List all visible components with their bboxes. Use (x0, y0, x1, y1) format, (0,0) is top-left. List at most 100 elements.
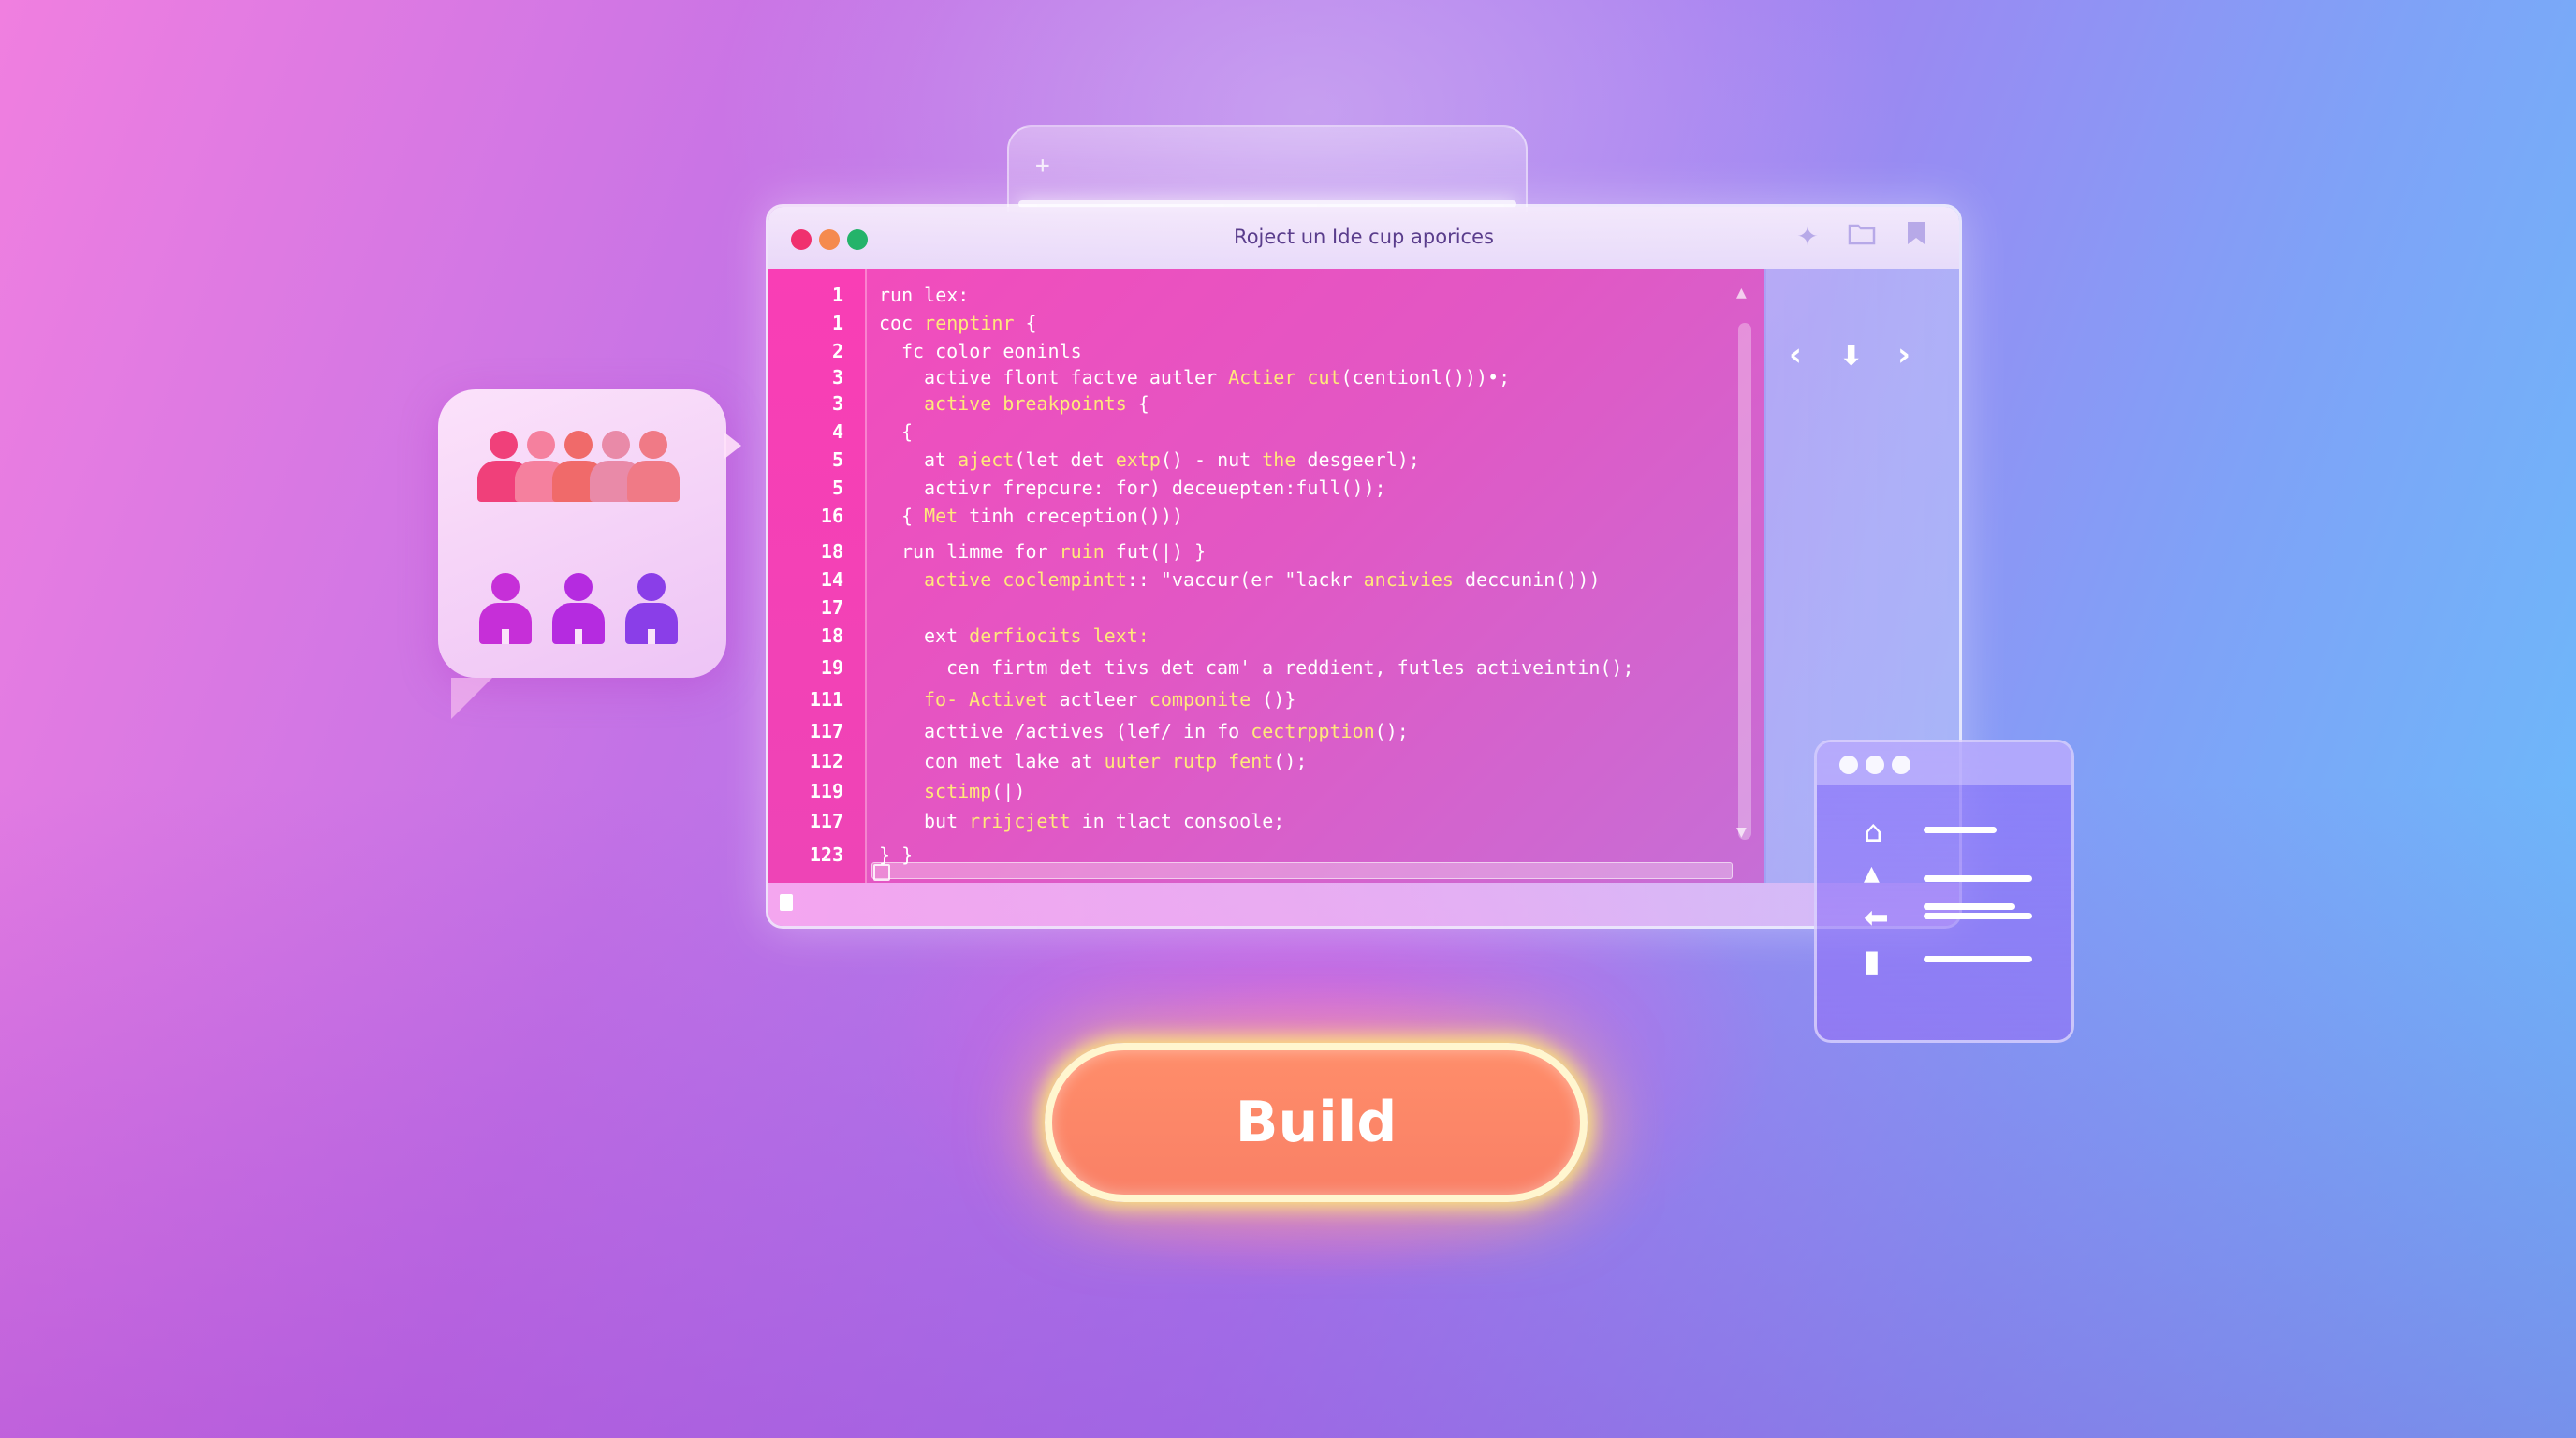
code-line: acttive /actives (lef/ in fo cectrpption… (924, 720, 1409, 742)
code-text: :: "vaccur(er "lackr (1126, 568, 1364, 591)
code-line: at aject(let det extp() - nut the desgee… (924, 448, 1420, 471)
line-number: 111 (809, 688, 843, 711)
line-number: 14 (820, 568, 843, 591)
code-line: run lex: (879, 284, 969, 306)
code-editor-window: Roject un Ide cup aporices ✦ 1 run lex: 1 c… (766, 204, 1962, 929)
code-keyword: sctimp (924, 780, 992, 802)
download-arrow-icon[interactable]: ⬇ (1839, 340, 1863, 373)
code-text: cen firtm det tivs det cam' a reddient, … (946, 656, 1634, 679)
code-text: fut(|) } (1104, 540, 1207, 563)
code-line: active breakpoints { (924, 392, 1149, 415)
menu-line (1924, 903, 2015, 910)
bookmark-icon[interactable] (1899, 220, 1933, 254)
code-keyword: componite (1149, 688, 1251, 711)
code-text: coc (879, 312, 925, 334)
mini-dot (1892, 756, 1910, 774)
home-icon[interactable]: ⌂ (1864, 814, 1882, 849)
chevron-right-icon[interactable]: › (1897, 336, 1910, 374)
code-keyword: active breakpoints (924, 392, 1127, 415)
code-keyword: aject (958, 448, 1015, 471)
code-text: con met lake at (924, 750, 1105, 772)
code-line: but rrijcjett in tlact consoole; (924, 810, 1284, 832)
scrollbar-corner (873, 864, 890, 881)
code-keyword: extp (1115, 448, 1161, 471)
code-line: active flont factve autler Actier cut(ce… (924, 366, 1510, 389)
code-keyword: fo- Activet (924, 688, 1048, 711)
code-text: (); (1273, 750, 1308, 772)
mini-browser-window[interactable]: ⌂ ▲ ⬅ ▮ (1814, 740, 2074, 1043)
line-number: 17 (820, 596, 843, 619)
code-text: activr frepcure: for) deceuepten:full())… (924, 477, 1386, 499)
code-keyword: Actier cut (1228, 366, 1341, 389)
line-number: 19 (820, 656, 843, 679)
line-number: 112 (809, 750, 843, 772)
code-line: sctimp(|) (924, 780, 1025, 802)
build-button[interactable]: Build (1045, 1043, 1588, 1202)
line-number: 4 (831, 420, 843, 443)
code-text: (|) (991, 780, 1026, 802)
folder-icon[interactable] (1845, 220, 1879, 254)
code-text: tinh creception())) (958, 505, 1184, 527)
code-line: activr frepcure: for) deceuepten:full())… (924, 477, 1386, 499)
code-line: ext derfiocits lext: (924, 624, 1149, 647)
code-text: { (901, 420, 914, 443)
code-text: run limme for (901, 540, 1060, 563)
scroll-down-arrow-icon[interactable]: ▼ (1736, 825, 1747, 840)
code-text: { (1126, 392, 1149, 415)
code-keyword: uuter rutp fent (1104, 750, 1274, 772)
arrow-left-icon[interactable]: ⬅ (1864, 900, 1889, 935)
scroll-up-arrow-icon[interactable]: ▲ (1736, 286, 1747, 301)
person-icon (479, 573, 532, 644)
code-text: run lex: (879, 284, 970, 306)
line-number: 18 (820, 540, 843, 563)
code-line: { (901, 420, 913, 443)
code-text: but (924, 810, 970, 832)
team-card[interactable] (438, 389, 741, 719)
horizontal-scrollbar[interactable] (871, 862, 1733, 879)
line-number: 123 (809, 844, 843, 866)
line-number: 117 (809, 720, 843, 742)
code-keyword: Met (924, 505, 959, 527)
line-number: 5 (831, 477, 843, 499)
code-keyword: derfiocits lext: (969, 624, 1149, 647)
mini-dot (1866, 756, 1884, 774)
code-line: fo- Activet actleer componite ()} (924, 688, 1295, 711)
code-line: run limme for ruin fut(|) } (901, 540, 1206, 563)
code-text: at (924, 448, 959, 471)
code-keyword: active coclempintt (924, 568, 1127, 591)
chevron-left-icon[interactable]: ‹ (1789, 336, 1802, 374)
person-icon (625, 573, 678, 644)
trash-icon[interactable]: ▮ (1864, 943, 1881, 978)
line-number: 16 (820, 505, 843, 527)
sparkle-icon[interactable]: ✦ (1791, 220, 1824, 254)
vertical-scrollbar[interactable] (1738, 323, 1751, 840)
bubble-tail-bottom (451, 678, 492, 719)
person-icon (552, 573, 605, 644)
code-line: fc color eoninls (901, 340, 1082, 362)
line-number: 1 (831, 284, 843, 306)
code-text: ()} (1251, 688, 1296, 711)
plus-icon: + (1035, 152, 1050, 180)
new-tab-placeholder[interactable]: + (1007, 125, 1528, 212)
code-line: con met lake at uuter rutp fent(); (924, 750, 1307, 772)
home-small-icon[interactable]: ▲ (1864, 862, 1880, 886)
code-keyword: ancivies (1363, 568, 1454, 591)
code-keyword: renptinr (924, 312, 1015, 334)
file-icon (780, 894, 793, 911)
mini-title-bar (1817, 742, 2071, 785)
mini-dot (1839, 756, 1858, 774)
menu-line (1924, 827, 1997, 833)
window-title: Roject un Ide cup aporices (1234, 226, 1494, 248)
code-text: active flont factve autler (924, 366, 1229, 389)
code-text: (centionl()))•; (1340, 366, 1511, 389)
menu-line (1924, 913, 2032, 919)
code-keyword: rrijcjett (969, 810, 1071, 832)
code-text: fc color eoninls (901, 340, 1082, 362)
code-line: active coclempintt:: "vaccur(er "lackr a… (924, 568, 1601, 591)
code-text: { (901, 505, 925, 527)
code-text: (); (1374, 720, 1409, 742)
code-text: in tlact consoole; (1070, 810, 1285, 832)
code-keyword: cectrpption (1251, 720, 1375, 742)
code-line: coc renptinr { (879, 312, 1037, 334)
code-text: { (1014, 312, 1037, 334)
